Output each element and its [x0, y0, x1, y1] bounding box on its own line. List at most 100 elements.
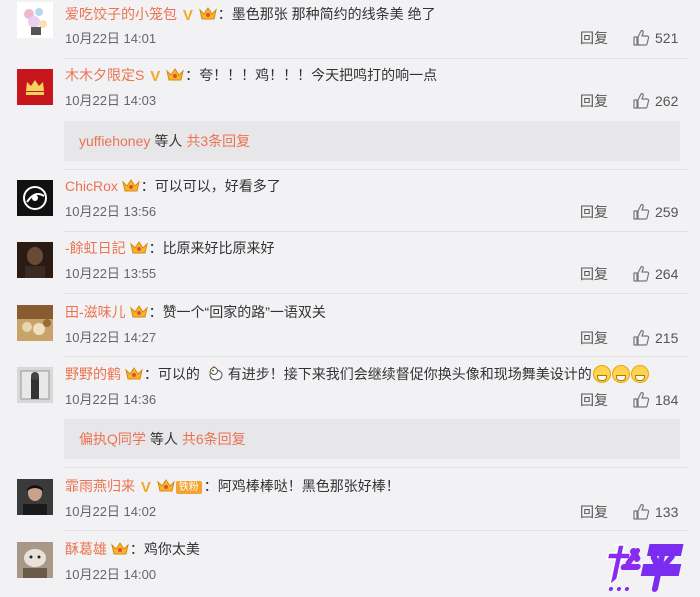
more-replies-bar[interactable]: 偏执Q同学 等人 共6条回复	[64, 419, 680, 459]
username[interactable]: 田-滋味儿	[65, 304, 126, 320]
grin-emoji-icon	[592, 365, 611, 383]
timestamp: 10月22日 13:56	[65, 204, 157, 219]
grin-emoji-icon	[611, 365, 630, 383]
crown-badge-icon	[156, 479, 175, 492]
thumb-up-icon	[633, 330, 650, 346]
crown-badge-icon	[121, 179, 140, 192]
comment-text: 有进步！接下来我们会继续督促你换头像和现场舞美设计的	[227, 366, 592, 382]
like-count: 215	[655, 330, 679, 346]
more-replies-bar[interactable]: yuffiehoney 等人 共3条回复	[64, 121, 680, 161]
comment-text: 墨色那张 那种简约的线条美 绝了	[231, 6, 436, 22]
thumb-up-icon	[633, 204, 650, 220]
avatar[interactable]	[17, 479, 53, 515]
reply-button[interactable]: 回复	[580, 391, 608, 409]
thumb-up-icon	[633, 30, 650, 46]
reply-button[interactable]: 回复	[580, 329, 608, 347]
like-button[interactable]: 264	[632, 265, 678, 283]
username[interactable]: 霏雨燕归来	[65, 478, 135, 494]
crown-badge-icon	[198, 7, 217, 20]
reply-user[interactable]: 偏执Q同学	[79, 431, 146, 447]
divider	[64, 169, 688, 170]
grin-emoji-icon	[630, 365, 649, 383]
timestamp: 10月22日 14:03	[65, 93, 157, 108]
comment-text: 阿鸡棒棒哒！黑色那张好棒！	[217, 478, 400, 494]
timestamp: 10月22日 13:55	[65, 266, 157, 281]
comment-line: 酥葛雄 ：鸡你太美	[65, 541, 200, 557]
avatar[interactable]	[17, 242, 53, 278]
reply-button[interactable]: 回复	[580, 503, 608, 521]
divider	[64, 58, 688, 59]
crown-badge-icon	[129, 241, 148, 254]
verified-v-icon: V	[150, 68, 161, 85]
reply-button[interactable]: 回复	[580, 203, 608, 221]
like-count: 259	[655, 204, 679, 220]
like-count: 262	[655, 93, 679, 109]
reply-text: 等人	[154, 133, 183, 149]
divider	[64, 467, 688, 468]
username[interactable]: 野野的鹤	[65, 366, 121, 382]
comment-line: 野野的鹤 ：可以的 有进步！接下来我们会继续督促你换头像和现场舞美设计的	[65, 364, 649, 384]
timestamp: 10月22日 14:02	[65, 504, 157, 519]
thumb-up-icon	[633, 93, 650, 109]
like-count: 264	[655, 266, 679, 282]
comment-text: 可以可以，好看多了	[154, 178, 281, 194]
reply-count-link[interactable]: 共6条回复	[182, 431, 246, 447]
comment-text: 赞一个“回家的路”一语双关	[162, 304, 326, 320]
thumb-up-icon	[633, 266, 650, 282]
username[interactable]: -餘虹日記	[65, 240, 126, 256]
username[interactable]: 爱吃饺子的小笼包	[65, 6, 177, 22]
avatar[interactable]	[17, 305, 53, 341]
fan-badge: 铁粉	[175, 481, 202, 494]
timestamp: 10月22日 14:27	[65, 330, 157, 345]
divider	[64, 530, 688, 531]
crown-badge-icon	[166, 68, 185, 81]
divider	[64, 231, 688, 232]
thumb-up-icon	[633, 504, 650, 520]
hot-comment-logo	[606, 544, 684, 592]
reply-user[interactable]: yuffiehoney	[79, 133, 150, 149]
reply-button[interactable]: 回复	[580, 29, 608, 47]
avatar[interactable]	[17, 69, 53, 105]
like-button[interactable]: 521	[632, 29, 678, 47]
crown-badge-icon	[125, 367, 143, 380]
timestamp: 10月22日 14:36	[65, 392, 157, 407]
chick-emoji-icon	[207, 365, 223, 381]
reply-count-link[interactable]: 共3条回复	[186, 133, 250, 149]
like-count: 133	[655, 504, 679, 520]
timestamp: 10月22日 14:00	[65, 567, 157, 582]
timestamp: 10月22日 14:01	[65, 31, 157, 46]
verified-v-icon: V	[182, 7, 193, 24]
comment-text: 可以的	[157, 366, 200, 382]
reply-button[interactable]: 回复	[580, 265, 608, 283]
divider	[64, 293, 688, 294]
comment-line: 爱吃饺子的小笼包 V ：墨色那张 那种简约的线条美 绝了	[65, 6, 436, 24]
crown-badge-icon	[129, 305, 148, 318]
like-button[interactable]: 133	[632, 503, 678, 521]
avatar[interactable]	[17, 2, 53, 38]
like-button[interactable]: 184	[632, 391, 678, 409]
comment-text: 鸡你太美	[143, 541, 200, 557]
username[interactable]: ChicRox	[65, 178, 118, 194]
comment-text: 夸！！！鸡！！！今天把鸣打的响一点	[199, 67, 438, 83]
like-count: 521	[655, 30, 679, 46]
avatar[interactable]	[17, 367, 53, 403]
reply-text: 等人	[149, 431, 178, 447]
divider	[64, 356, 688, 357]
like-button[interactable]: 262	[632, 92, 678, 110]
comment-line: 田-滋味儿 ：赞一个“回家的路”一语双关	[65, 304, 326, 320]
crown-badge-icon	[111, 542, 129, 555]
verified-v-icon: V	[140, 479, 151, 496]
reply-button[interactable]: 回复	[580, 92, 608, 110]
thumb-up-icon	[633, 392, 650, 408]
like-count: 184	[655, 392, 679, 408]
comment-text: 比原来好比原来好	[162, 240, 275, 256]
avatar[interactable]	[17, 180, 53, 216]
username[interactable]: 木木夕限定S	[65, 67, 144, 83]
like-button[interactable]: 259	[632, 203, 678, 221]
comment-line: ChicRox ：可以可以，好看多了	[65, 178, 281, 194]
avatar[interactable]	[17, 542, 53, 578]
like-button[interactable]: 215	[632, 329, 678, 347]
comment-line: -餘虹日記 ：比原来好比原来好	[65, 240, 275, 256]
comment-line: 霏雨燕归来 V 铁粉 ：阿鸡棒棒哒！黑色那张好棒！	[65, 478, 400, 496]
username[interactable]: 酥葛雄	[65, 541, 107, 557]
